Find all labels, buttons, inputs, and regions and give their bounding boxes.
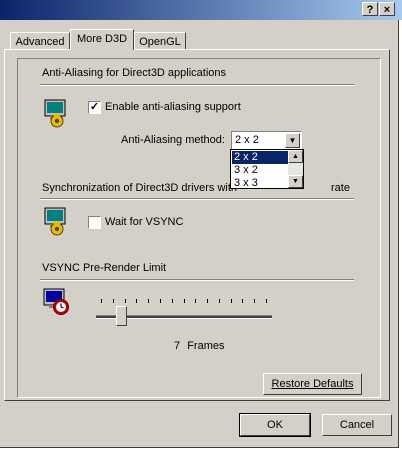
chevron-down-icon[interactable]: ▼ bbox=[285, 133, 300, 148]
restore-defaults-label: Restore Defaults bbox=[271, 378, 354, 390]
close-button[interactable]: × bbox=[379, 2, 395, 16]
prerender-slider-thumb[interactable] bbox=[115, 306, 127, 331]
wait-vsync-label: Wait for VSYNC bbox=[105, 216, 184, 228]
vsync-heading-tail: rate bbox=[331, 182, 350, 194]
restore-defaults-button[interactable]: Restore Defaults bbox=[263, 373, 362, 395]
slider-tick bbox=[136, 299, 138, 303]
slider-tick bbox=[148, 299, 150, 303]
aa-method-option[interactable]: 3 x 2 bbox=[232, 164, 289, 177]
vsync-heading-text: Synchronization of Direct3D drivers with bbox=[42, 182, 238, 194]
monitor-gear-icon bbox=[44, 99, 66, 128]
slider-tick bbox=[112, 299, 114, 303]
tab-opengl[interactable]: OpenGL bbox=[134, 32, 186, 50]
enable-aa-checkbox[interactable]: ✓ bbox=[88, 101, 101, 114]
slider-tick bbox=[254, 299, 256, 303]
slider-tick bbox=[171, 299, 173, 303]
aa-method-value: 2 x 2 bbox=[235, 134, 259, 146]
prerender-value-unit: Frames bbox=[187, 340, 225, 352]
aa-method-option[interactable]: 3 x 3 bbox=[232, 177, 289, 188]
slider-tick bbox=[159, 299, 161, 303]
aa-section-heading: Anti-Aliasing for Direct3D applications bbox=[42, 67, 227, 79]
vsync-section-heading: Synchronization of Direct3D drivers with bbox=[42, 182, 237, 194]
slider-tick bbox=[230, 299, 232, 303]
slider-tick bbox=[124, 299, 126, 303]
help-button[interactable]: ? bbox=[362, 2, 378, 16]
aa-method-label: Anti-Aliasing method: bbox=[121, 134, 225, 146]
prerender-value: 7 Frames bbox=[174, 340, 224, 352]
dropdown-scrollbar[interactable]: ▲ ▼ bbox=[288, 150, 303, 188]
monitor-gear-icon bbox=[44, 207, 66, 236]
slider-tick bbox=[242, 299, 244, 303]
slider-tick bbox=[183, 299, 185, 303]
aa-method-option[interactable]: 2 x 2 bbox=[232, 151, 289, 164]
prerender-value-number: 7 bbox=[174, 340, 181, 352]
enable-aa-label: Enable anti-aliasing support bbox=[105, 101, 241, 113]
ok-button[interactable]: OK bbox=[239, 413, 311, 437]
vsync-section-divider bbox=[40, 198, 354, 200]
scroll-up-icon[interactable]: ▲ bbox=[288, 150, 303, 163]
prerender-section-heading: VSYNC Pre-Render Limit bbox=[42, 262, 167, 274]
tab-more-d3d[interactable]: More D3D bbox=[70, 29, 134, 50]
aa-section-divider bbox=[40, 84, 354, 86]
scroll-down-icon[interactable]: ▼ bbox=[288, 175, 303, 188]
slider-tick bbox=[266, 299, 267, 303]
wait-vsync-checkbox[interactable] bbox=[88, 216, 101, 229]
prerender-section-divider bbox=[40, 279, 354, 281]
slider-tick bbox=[218, 299, 220, 303]
monitor-clock-icon bbox=[43, 288, 69, 315]
aa-method-dropdown-list: 2 x 2 3 x 2 3 x 3 ▲ ▼ bbox=[230, 149, 304, 189]
slider-tick bbox=[207, 299, 209, 303]
aa-method-select[interactable]: 2 x 2 ▼ bbox=[231, 131, 302, 150]
tab-advanced[interactable]: Advanced bbox=[10, 32, 70, 50]
cancel-button[interactable]: Cancel bbox=[322, 414, 392, 436]
slider-tick bbox=[101, 299, 102, 303]
slider-tick bbox=[195, 299, 197, 303]
window-title-bar: ? × bbox=[0, 0, 402, 20]
